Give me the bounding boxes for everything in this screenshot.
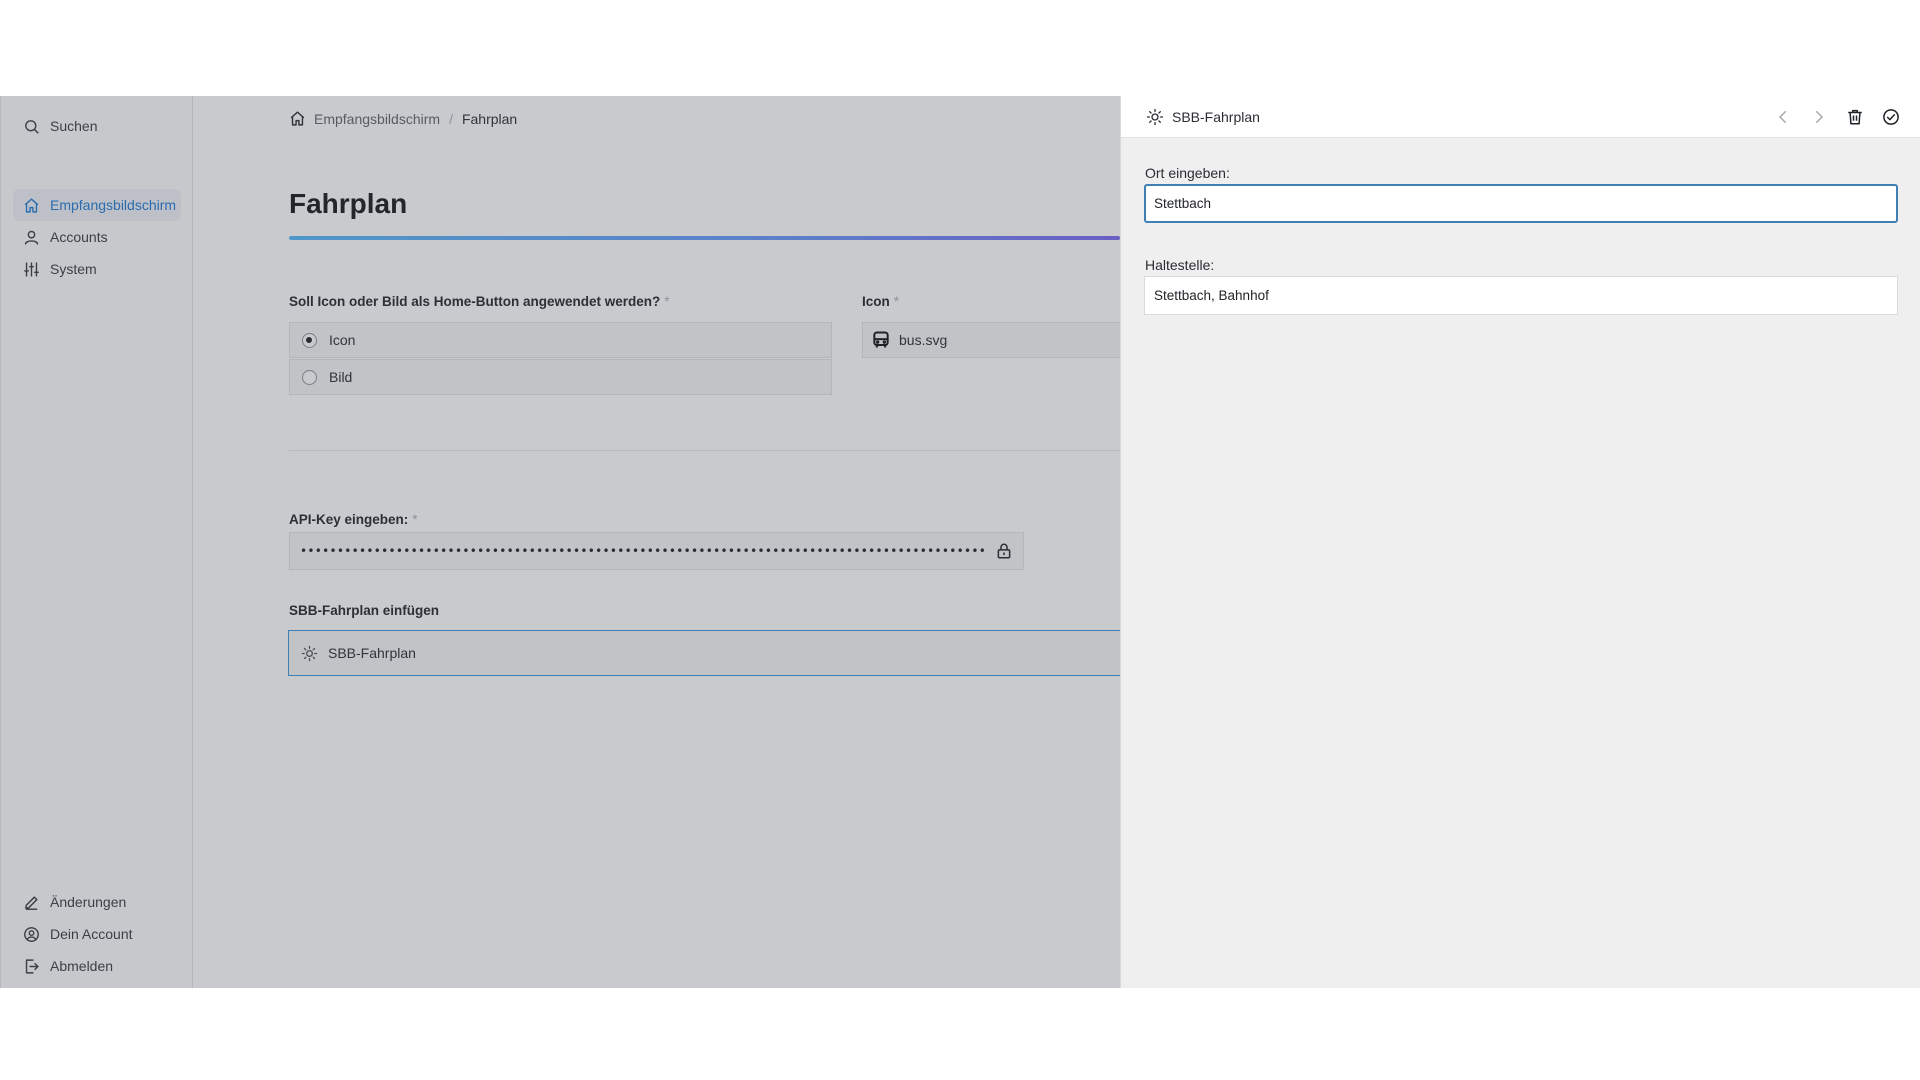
- sbb-insert-label: SBB-Fahrplan einfügen: [289, 603, 440, 618]
- radio-checked: [302, 332, 317, 348]
- trash-icon: [1848, 109, 1862, 125]
- sidebar-item-label: Abmelden: [50, 958, 114, 974]
- sun-icon: [301, 645, 318, 661]
- logout-icon: [25, 958, 39, 974]
- panel-title: SBB-Fahrplan: [1146, 108, 1260, 126]
- location-label: Ort eingeben:: [1145, 165, 1230, 181]
- check-circle-icon: [1883, 109, 1899, 125]
- radio-label: Bild: [329, 369, 353, 385]
- sidebar-item-label: Accounts: [50, 229, 108, 245]
- block-settings-panel: SBB-Fahrplan Ort eingeben: Haltestelle:: [1120, 96, 1920, 988]
- icon-field-label-text: Icon: [862, 294, 890, 309]
- search-button[interactable]: Suchen: [13, 110, 181, 142]
- api-key-label-text: API-Key eingeben:: [289, 512, 409, 527]
- radio-label: Icon: [329, 332, 356, 348]
- home-icon: [290, 111, 305, 126]
- radio-option-icon[interactable]: Icon: [289, 322, 832, 358]
- required-mark: *: [893, 294, 900, 309]
- main-content: Empfangsbildschirm / Fahrplan Fahrplan S…: [194, 96, 1120, 988]
- stop-input[interactable]: [1144, 276, 1898, 315]
- sbb-fahrplan-block[interactable]: SBB-Fahrplan: [288, 630, 1120, 676]
- chevron-left-icon: [1778, 111, 1786, 123]
- section-divider: [289, 450, 1120, 451]
- sidebar-item-label: Empfangsbildschirm: [50, 197, 177, 213]
- title-underline: [289, 236, 1120, 240]
- search-icon: [25, 119, 39, 134]
- sbb-fahrplan-block-label: SBB-Fahrplan: [328, 645, 416, 661]
- home-button-question-text: Soll Icon oder Bild als Home-Button ange…: [289, 294, 661, 309]
- icon-file-name: bus.svg: [899, 332, 948, 348]
- next-button[interactable]: [1808, 106, 1830, 128]
- confirm-button[interactable]: [1880, 106, 1902, 128]
- sliders-icon: [24, 261, 39, 277]
- user-circle-icon: [24, 926, 39, 942]
- required-mark: *: [664, 294, 670, 309]
- home-icon: [24, 197, 39, 213]
- page-title: Fahrplan: [289, 188, 408, 219]
- stop-label: Haltestelle:: [1145, 257, 1215, 273]
- api-key-label: API-Key eingeben: *: [289, 512, 418, 527]
- icon-file-select[interactable]: bus.svg: [862, 322, 1120, 358]
- sidebar-item-system[interactable]: System: [13, 253, 181, 285]
- app-window: Suchen Empfangsbildschirm Accounts Syste…: [0, 96, 1920, 988]
- panel-header: SBB-Fahrplan: [1121, 96, 1920, 138]
- api-key-input[interactable]: ••••••••••••••••••••••••••••••••••••••••…: [289, 532, 1024, 570]
- home-button-question: Soll Icon oder Bild als Home-Button ange…: [289, 294, 670, 309]
- delete-button[interactable]: [1844, 106, 1866, 128]
- search-label: Suchen: [50, 118, 98, 134]
- sidebar-item-abmelden[interactable]: Abmelden: [13, 950, 181, 982]
- sidebar-item-label: System: [50, 261, 97, 277]
- sidebar-item-label: Dein Account: [50, 926, 133, 942]
- sidebar-item-aenderungen[interactable]: Änderungen: [13, 886, 181, 918]
- radio-option-bild[interactable]: Bild: [289, 359, 832, 395]
- radio-unchecked: [302, 369, 317, 385]
- sun-icon: [1146, 108, 1164, 126]
- breadcrumb-home-link[interactable]: Empfangsbildschirm: [314, 111, 440, 127]
- previous-button[interactable]: [1772, 106, 1794, 128]
- sidebar-item-dein-account[interactable]: Dein Account: [13, 918, 181, 950]
- breadcrumb-separator: /: [449, 110, 453, 127]
- breadcrumb: Empfangsbildschirm / Fahrplan: [289, 110, 517, 127]
- chevron-right-icon: [1816, 111, 1824, 123]
- bus-icon: [873, 331, 889, 348]
- lock-icon[interactable]: [995, 542, 1013, 560]
- user-icon: [24, 230, 39, 245]
- sidebar-item-label: Änderungen: [50, 894, 127, 910]
- sidebar-item-accounts[interactable]: Accounts: [13, 221, 181, 253]
- breadcrumb-current: Fahrplan: [461, 110, 518, 127]
- pencil-icon: [25, 895, 38, 910]
- api-key-masked-value: ••••••••••••••••••••••••••••••••••••••••…: [300, 544, 985, 558]
- panel-title-text: SBB-Fahrplan: [1172, 109, 1260, 125]
- icon-field-label: Icon *: [862, 294, 899, 309]
- location-input[interactable]: [1144, 184, 1898, 223]
- required-mark: *: [412, 512, 418, 527]
- sidebar: Suchen Empfangsbildschirm Accounts Syste…: [0, 96, 193, 988]
- sidebar-item-empfangsbildschirm[interactable]: Empfangsbildschirm: [13, 189, 181, 221]
